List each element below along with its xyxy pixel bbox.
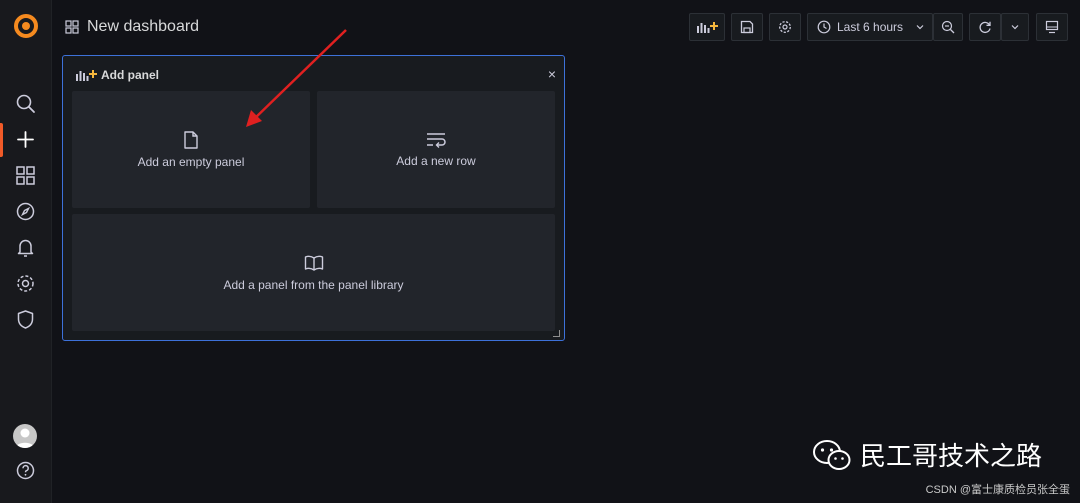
settings-icon[interactable] (15, 273, 36, 294)
resize-handle[interactable] (553, 330, 560, 337)
plus-icon[interactable] (15, 129, 36, 150)
add-empty-panel-label: Add an empty panel (137, 154, 245, 169)
add-panel-button[interactable] (689, 13, 725, 41)
refresh-button[interactable] (969, 13, 1001, 41)
refresh-icon (979, 21, 991, 34)
shield-icon[interactable] (15, 309, 36, 330)
avatar[interactable] (13, 424, 37, 448)
dashboard-grid-icon (65, 20, 79, 34)
add-new-row-label: Add a new row (396, 153, 476, 168)
time-range-label: Last 6 hours (837, 20, 904, 34)
add-panel-header: Add panel (75, 68, 159, 82)
dashboard-settings-button[interactable] (769, 13, 801, 41)
gear-icon (779, 21, 791, 33)
save-dashboard-button[interactable] (731, 13, 763, 41)
credit-text: CSDN @富士康质检员张全蛋 (925, 484, 1070, 496)
wechat-icon (813, 439, 851, 470)
refresh-interval-dropdown[interactable] (1001, 13, 1029, 41)
add-empty-panel-option[interactable]: Add an empty panel (72, 91, 310, 208)
grafana-logo-icon[interactable] (13, 13, 39, 39)
add-library-panel-option[interactable]: Add a panel from the panel library (72, 214, 555, 331)
file-icon (184, 130, 198, 149)
time-picker-button[interactable]: Last 6 hours (807, 13, 933, 41)
add-panel-icon (697, 22, 718, 33)
zoom-out-button[interactable] (933, 13, 963, 41)
user-icon (16, 428, 34, 448)
dashboard-breadcrumb: New dashboard (65, 16, 199, 38)
alerting-icon[interactable] (15, 237, 36, 258)
monitor-icon (1045, 20, 1059, 34)
clock-icon (817, 20, 831, 34)
add-panel-title: Add panel (101, 68, 160, 82)
help-icon[interactable] (15, 460, 36, 481)
save-icon (740, 20, 754, 34)
chevron-down-icon (1011, 25, 1019, 30)
search-icon[interactable] (15, 93, 36, 114)
book-icon (304, 255, 323, 271)
view-mode-button[interactable] (1036, 13, 1068, 41)
close-icon[interactable]: × (548, 66, 556, 82)
zoom-out-icon (941, 20, 955, 34)
chevron-down-icon (916, 25, 924, 30)
active-nav-indicator (0, 123, 3, 157)
add-new-row-option[interactable]: Add a new row (317, 91, 555, 208)
add-panel-widget: Add panel × Add an empty panel Add a new… (62, 55, 565, 341)
wrap-text-icon (427, 132, 446, 148)
page-title[interactable]: New dashboard (87, 18, 199, 36)
add-panel-icon (76, 70, 97, 81)
sidebar (0, 0, 52, 503)
dashboards-icon[interactable] (15, 165, 36, 186)
watermark-text: 民工哥技术之路 (860, 441, 1043, 471)
watermark: 民工哥技术之路 (812, 436, 1042, 473)
explore-icon[interactable] (15, 201, 36, 222)
add-library-panel-label: Add a panel from the panel library (223, 277, 404, 292)
